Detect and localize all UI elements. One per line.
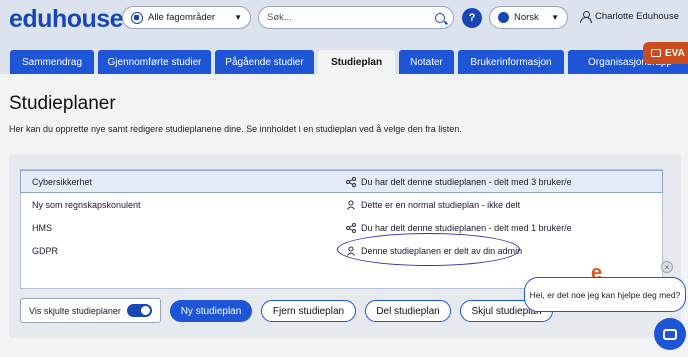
language-value: Norsk bbox=[514, 12, 539, 23]
plan-status-text: Du har delt denne studieplanen - delt me… bbox=[361, 176, 572, 187]
tab-gjennomforte-studier[interactable]: Gjennomførte studier bbox=[98, 50, 211, 74]
user-icon bbox=[347, 200, 355, 210]
show-hidden-toggle-box[interactable]: Vis skjulte studieplaner bbox=[20, 298, 161, 323]
category-select-value: Alle fagområder bbox=[148, 12, 216, 23]
tab-sammendrag[interactable]: Sammendrag bbox=[10, 50, 94, 74]
plan-row-ny-som-regnskapskonulent[interactable]: Ny som regnskapskonulent Dette er en nor… bbox=[21, 193, 662, 216]
plan-status-text: Dette er en normal studieplan - ikke del… bbox=[361, 199, 521, 210]
globe-icon bbox=[498, 12, 509, 23]
chevron-down-icon: ▼ bbox=[234, 13, 242, 22]
user-name: Charlotte Eduhouse bbox=[595, 11, 679, 22]
share-icon bbox=[346, 222, 356, 233]
plan-row-cybersikkerhet[interactable]: Cybersikkerhet Du har delt denne studiep… bbox=[20, 170, 663, 193]
tab-studieplan[interactable]: Studieplan bbox=[318, 50, 395, 74]
eva-label: EVA bbox=[665, 47, 685, 59]
share-icon bbox=[346, 176, 356, 187]
category-select[interactable]: Alle fagområder ▼ bbox=[122, 6, 251, 29]
help-button[interactable]: ? bbox=[462, 8, 482, 28]
page-intro: Her kan du opprette nye samt redigere st… bbox=[9, 124, 462, 134]
tab-bar: Sammendrag Gjennomførte studier Pågående… bbox=[10, 50, 688, 74]
highlight-annotation bbox=[337, 233, 520, 266]
top-header: eduhouse Alle fagområder ▼ Søk... ? Nors… bbox=[0, 0, 688, 74]
eva-button[interactable]: EVA bbox=[643, 42, 688, 64]
show-hidden-label: Vis skjulte studieplaner bbox=[29, 305, 121, 316]
plan-name: Ny som regnskapskonulent bbox=[32, 199, 141, 210]
eduhouse-logo[interactable]: eduhouse bbox=[9, 5, 124, 34]
user-icon bbox=[580, 11, 592, 23]
chat-icon bbox=[663, 328, 677, 340]
plan-row-hms[interactable]: HMS Du har delt denne studieplanen - del… bbox=[21, 216, 662, 239]
chevron-down-icon: ▼ bbox=[551, 13, 559, 22]
plan-status-text: Du har delt denne studieplanen - delt me… bbox=[361, 222, 572, 233]
new-plan-button[interactable]: Ny studieplan bbox=[170, 300, 252, 322]
share-plan-button[interactable]: Del studieplan bbox=[365, 300, 451, 322]
search-icon[interactable] bbox=[435, 12, 445, 23]
plan-name: HMS bbox=[32, 222, 52, 233]
user-menu[interactable]: Charlotte Eduhouse bbox=[580, 11, 679, 23]
remove-plan-button[interactable]: Fjern studieplan bbox=[261, 300, 356, 322]
chat-message[interactable]: Hei, er det noe jeg kan hjelpe deg med? bbox=[524, 277, 686, 312]
tab-brukerinformasjon[interactable]: Brukerinformasjon bbox=[458, 50, 564, 74]
page-title: Studieplaner bbox=[9, 93, 116, 114]
tab-notater[interactable]: Notater bbox=[399, 50, 454, 74]
plans-list: Cybersikkerhet Du har delt denne studiep… bbox=[20, 169, 663, 289]
plan-status: Du har delt denne studieplanen - delt me… bbox=[346, 176, 572, 187]
category-icon bbox=[131, 11, 143, 24]
search-placeholder: Søk... bbox=[267, 12, 292, 23]
plan-name: Cybersikkerhet bbox=[32, 176, 93, 187]
chat-close-button[interactable]: × bbox=[661, 261, 673, 273]
tab-pagaende-studier[interactable]: Pågående studier bbox=[215, 50, 314, 74]
plan-status: Dette er en normal studieplan - ikke del… bbox=[346, 200, 520, 210]
robot-icon bbox=[651, 49, 661, 57]
chat-button[interactable] bbox=[654, 318, 686, 350]
plan-status: Du har delt denne studieplanen - delt me… bbox=[346, 222, 572, 233]
show-hidden-toggle[interactable] bbox=[127, 304, 152, 317]
plan-name: GDPR bbox=[32, 245, 59, 256]
search-input[interactable]: Søk... bbox=[258, 6, 454, 29]
language-select[interactable]: Norsk ▼ bbox=[489, 6, 568, 29]
